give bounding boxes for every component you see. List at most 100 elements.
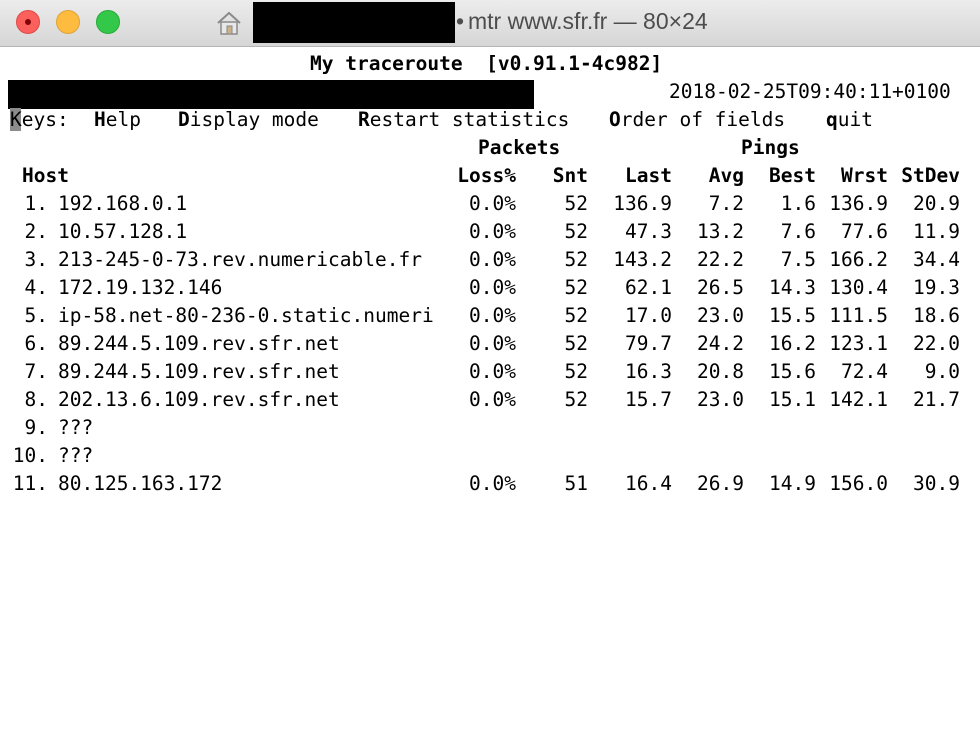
close-button[interactable] [16, 10, 40, 34]
cell-stdev: 34.4 [913, 248, 960, 271]
cell-best: 14.3 [769, 276, 816, 299]
cell-wrst: 130.4 [829, 276, 888, 299]
mtr-title: My traceroute [v0.91.1-4c982] [310, 52, 663, 75]
cell-snt: 52 [564, 332, 588, 355]
window-title-glyph: • [456, 8, 465, 34]
cell-best: 16.2 [769, 332, 816, 355]
cell-last: 16.3 [625, 360, 672, 383]
column-header-host: Host [22, 164, 69, 187]
cell-num: 10. [12, 444, 48, 467]
cell-last: 47.3 [625, 220, 672, 243]
cell-avg: 23.0 [697, 304, 744, 327]
cell-host: 172.19.132.146 [58, 276, 223, 299]
cell-num: 4. [24, 276, 48, 299]
cell-loss: 0.0% [469, 388, 516, 411]
cell-avg: 26.9 [697, 472, 744, 495]
key-display-hotkey: D [178, 108, 190, 131]
key-quit-label: uit [837, 108, 873, 131]
cell-loss: 0.0% [469, 192, 516, 215]
key-help[interactable]: Help [94, 106, 141, 134]
cell-avg: 23.0 [697, 388, 744, 411]
cell-stdev: 19.3 [913, 276, 960, 299]
cell-num: 7. [24, 360, 48, 383]
cell-host: ip-58.net-80-236-0.static.numeri [58, 304, 434, 327]
cell-snt: 52 [564, 276, 588, 299]
redacted-hostname-block [8, 80, 534, 109]
cell-stdev: 30.9 [913, 472, 960, 495]
cell-stdev: 22.0 [913, 332, 960, 355]
key-restart-label: estart statistics [369, 108, 570, 131]
cell-num: 9. [24, 416, 48, 439]
cell-last: 143.2 [613, 248, 672, 271]
timestamp: 2018-02-25T09:40:11+0100 [669, 80, 951, 103]
cell-best: 7.5 [780, 248, 816, 271]
window-title-text: mtr www.sfr.fr — 80×24 [468, 8, 708, 34]
cell-best: 15.1 [769, 388, 816, 411]
cell-wrst: 77.6 [841, 220, 888, 243]
keys-label: Keys: [10, 106, 69, 134]
cell-snt: 52 [564, 304, 588, 327]
cell-loss: 0.0% [469, 276, 516, 299]
cell-loss: 0.0% [469, 360, 516, 383]
cell-snt: 52 [564, 248, 588, 271]
cell-host: 202.13.6.109.rev.sfr.net [58, 388, 340, 411]
key-order-hotkey: O [609, 108, 621, 131]
key-quit[interactable]: quit [826, 106, 873, 134]
cell-num: 2. [24, 220, 48, 243]
column-header-wrst: Wrst [841, 164, 888, 187]
cell-host: 10.57.128.1 [58, 220, 188, 243]
cell-wrst: 136.9 [829, 192, 888, 215]
keys-label-lead: K [10, 108, 22, 131]
redacted-title-block [253, 2, 455, 43]
cell-last: 79.7 [625, 332, 672, 355]
cell-avg: 20.8 [697, 360, 744, 383]
minimize-button[interactable] [56, 10, 80, 34]
window-titlebar: • mtr www.sfr.fr — 80×24 [0, 0, 980, 47]
cell-host: 80.125.163.172 [58, 472, 223, 495]
cell-snt: 52 [564, 388, 588, 411]
cell-host: 89.244.5.109.rev.sfr.net [58, 332, 340, 355]
cell-stdev: 18.6 [913, 304, 960, 327]
cell-last: 16.4 [625, 472, 672, 495]
group-header-packets: Packets [478, 136, 561, 159]
column-header-snt: Snt [552, 164, 588, 187]
key-restart-hotkey: R [358, 108, 370, 131]
cell-last: 17.0 [625, 304, 672, 327]
column-header-loss: Loss% [457, 164, 516, 187]
key-restart-statistics[interactable]: Restart statistics [358, 106, 569, 134]
column-header-stdev: StDev [901, 164, 960, 187]
key-display-mode[interactable]: Display mode [178, 106, 319, 134]
cell-wrst: 111.5 [829, 304, 888, 327]
cell-last: 62.1 [625, 276, 672, 299]
cell-wrst: 123.1 [829, 332, 888, 355]
cell-avg: 24.2 [697, 332, 744, 355]
cell-num: 11. [12, 472, 48, 495]
cell-host: ??? [58, 444, 94, 467]
cell-host: 213-245-0-73.rev.numericable.fr [58, 248, 422, 271]
column-header-best: Best [769, 164, 816, 187]
key-display-label: isplay mode [189, 108, 319, 131]
cell-loss: 0.0% [469, 304, 516, 327]
cell-loss: 0.0% [469, 220, 516, 243]
column-header-last: Last [625, 164, 672, 187]
cell-wrst: 156.0 [829, 472, 888, 495]
cell-snt: 51 [564, 472, 588, 495]
key-quit-hotkey: q [826, 108, 838, 131]
keys-label-rest: eys: [21, 108, 69, 131]
zoom-button[interactable] [96, 10, 120, 34]
cell-snt: 52 [564, 220, 588, 243]
cell-stdev: 21.7 [913, 388, 960, 411]
cell-avg: 26.5 [697, 276, 744, 299]
cell-last: 15.7 [625, 388, 672, 411]
cell-num: 8. [24, 388, 48, 411]
cell-best: 15.6 [769, 360, 816, 383]
cell-avg: 22.2 [697, 248, 744, 271]
key-order-of-fields[interactable]: Order of fields [609, 106, 785, 134]
cell-best: 15.5 [769, 304, 816, 327]
cell-host: ??? [58, 416, 94, 439]
cell-host: 192.168.0.1 [58, 192, 188, 215]
column-header-avg: Avg [708, 164, 744, 187]
cell-stdev: 11.9 [913, 220, 960, 243]
cell-snt: 52 [564, 360, 588, 383]
cell-num: 5. [24, 304, 48, 327]
